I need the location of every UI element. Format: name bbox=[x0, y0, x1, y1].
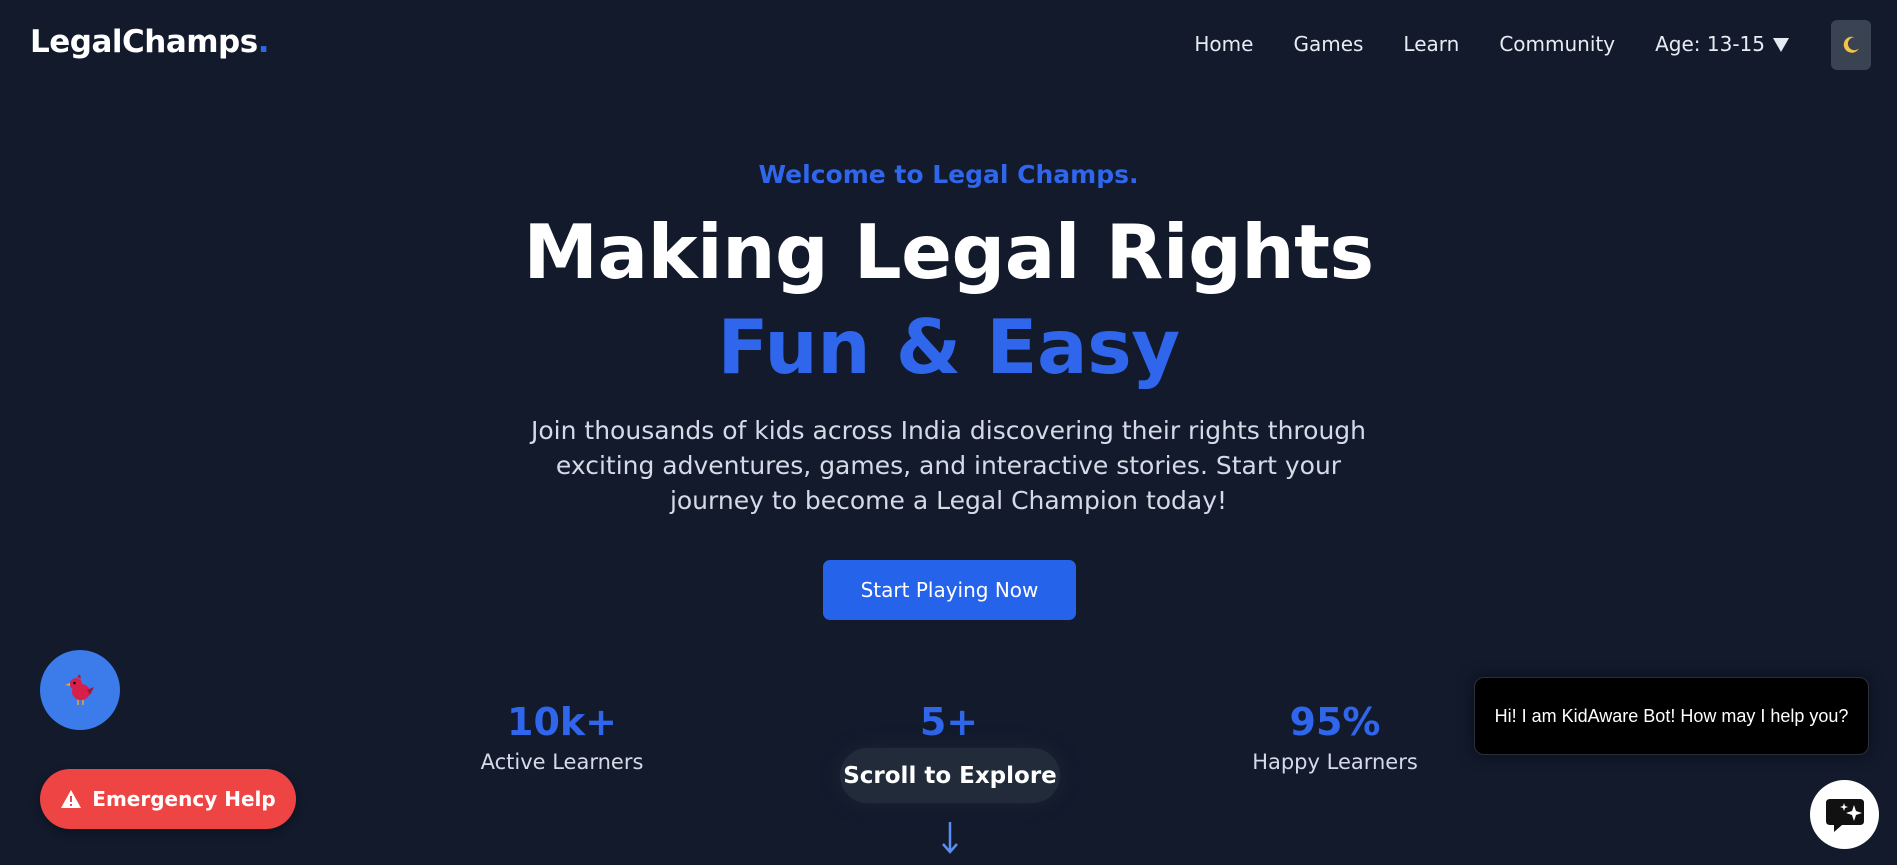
hero-headline: Making Legal Rights bbox=[523, 208, 1374, 296]
nav-links: Home Games Learn Community Age: 13-15 bbox=[1194, 32, 1789, 56]
bird-mascot-icon bbox=[65, 674, 94, 705]
stat-value: 95% bbox=[1289, 700, 1381, 744]
navbar: LegalChamps. Home Games Learn Community … bbox=[0, 0, 1897, 90]
nav-link-community[interactable]: Community bbox=[1499, 32, 1615, 56]
age-selector-label: Age: 13-15 bbox=[1655, 32, 1765, 56]
emergency-help-label: Emergency Help bbox=[92, 787, 276, 811]
stat-value: 10k+ bbox=[507, 700, 617, 744]
nav-link-games[interactable]: Games bbox=[1293, 32, 1363, 56]
chat-bot-message: Hi! I am KidAware Bot! How may I help yo… bbox=[1474, 677, 1869, 755]
chat-open-button[interactable] bbox=[1810, 780, 1879, 849]
stat-label: Happy Learners bbox=[1252, 750, 1418, 774]
warning-icon bbox=[61, 790, 82, 808]
welcome-text: Welcome to Legal Champs. bbox=[758, 160, 1139, 189]
nav-link-learn[interactable]: Learn bbox=[1403, 32, 1459, 56]
stat-happy-learners: 95% Happy Learners bbox=[1235, 700, 1435, 774]
caret-down-icon bbox=[1773, 37, 1789, 52]
emergency-help-button[interactable]: Emergency Help bbox=[40, 769, 296, 829]
logo-dot: . bbox=[257, 24, 270, 60]
chat-sparkle-icon bbox=[1825, 798, 1864, 832]
age-selector[interactable]: Age: 13-15 bbox=[1655, 32, 1789, 56]
stat-games: 5+ bbox=[849, 700, 1049, 750]
nav-link-home[interactable]: Home bbox=[1194, 32, 1253, 56]
stat-active-learners: 10k+ Active Learners bbox=[462, 700, 662, 774]
theme-toggle-button[interactable] bbox=[1831, 20, 1871, 70]
mascot-button[interactable] bbox=[40, 650, 120, 730]
logo-text: LegalChamps bbox=[30, 24, 258, 60]
hero-headline-highlight: Fun & Easy bbox=[717, 303, 1180, 391]
logo[interactable]: LegalChamps. bbox=[30, 24, 269, 60]
stat-value: 5+ bbox=[919, 700, 979, 744]
hero-description: Join thousands of kids across India disc… bbox=[531, 416, 1366, 515]
start-playing-button[interactable]: Start Playing Now bbox=[823, 560, 1076, 620]
arrow-down-icon bbox=[930, 820, 970, 865]
scroll-to-explore[interactable]: Scroll to Explore bbox=[840, 748, 1060, 803]
stat-label: Active Learners bbox=[480, 750, 644, 774]
moon-icon bbox=[1843, 36, 1859, 53]
